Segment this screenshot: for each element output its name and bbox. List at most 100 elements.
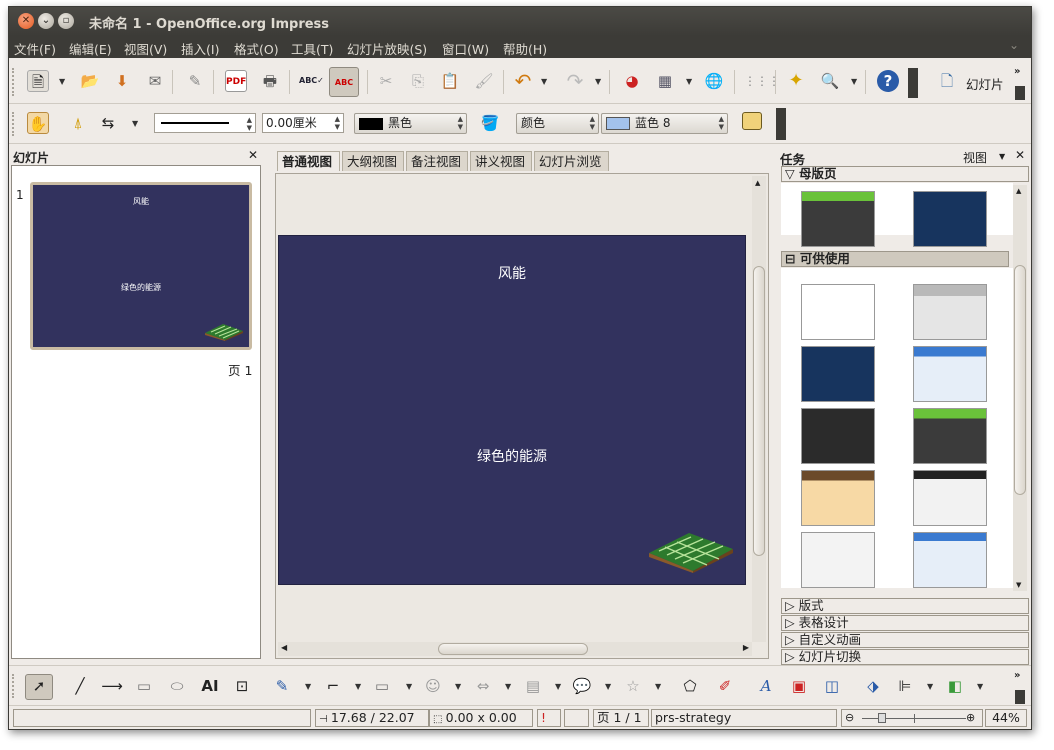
- stars-icon[interactable]: ☆: [622, 675, 644, 697]
- basic-shapes-icon[interactable]: ▭: [371, 675, 393, 697]
- menu-tools[interactable]: 工具(T): [291, 39, 333, 58]
- view-dropdown-icon[interactable]: ▼: [999, 152, 1005, 161]
- minimize-window-button[interactable]: ⌄: [38, 13, 54, 29]
- menu-edit[interactable]: 编辑(E): [69, 39, 112, 58]
- vertical-scroll-thumb[interactable]: [753, 266, 765, 556]
- zoom-handle[interactable]: [878, 713, 886, 723]
- arrow-style-icon[interactable]: ⇆: [97, 112, 119, 134]
- fill-color-select[interactable]: 蓝色 8 ▲ ▼: [601, 113, 728, 134]
- flowchart-dropdown-icon[interactable]: ▼: [555, 682, 561, 691]
- select-arrow-icon[interactable]: ➚: [25, 674, 53, 700]
- line-width-input[interactable]: 0.00厘米 ▲ ▼: [262, 113, 344, 133]
- tab-notes[interactable]: 备注视图: [406, 151, 468, 171]
- tasks-scroll-down-icon[interactable]: ▼: [1016, 581, 1021, 589]
- master-thumb-orange[interactable]: [801, 470, 875, 526]
- master-thumb-blue[interactable]: [913, 191, 987, 247]
- line-color-select[interactable]: 黑色 ▲ ▼: [354, 113, 467, 134]
- section-layouts[interactable]: ▷ 版式: [781, 598, 1029, 614]
- symbol-shapes-dropdown-icon[interactable]: ▼: [455, 682, 461, 691]
- menu-slideshow[interactable]: 幻灯片放映(S): [347, 39, 427, 58]
- fill-type-select[interactable]: 颜色 ▲ ▼: [516, 113, 599, 134]
- redo-icon[interactable]: ↷: [564, 70, 586, 92]
- zoom-icon[interactable]: 🔍: [819, 70, 841, 92]
- scroll-left-icon[interactable]: ◀: [281, 643, 287, 652]
- line-width-spin-icon[interactable]: ▲ ▼: [335, 115, 340, 131]
- section-master-pages[interactable]: ▽ 母版页: [781, 166, 1029, 182]
- arrange-dropdown-icon[interactable]: ▼: [977, 682, 983, 691]
- redo-dropdown-icon[interactable]: ▼: [595, 77, 601, 86]
- curve-dropdown-icon[interactable]: ▼: [305, 682, 311, 691]
- drawing-overflow-icon[interactable]: »: [1014, 670, 1020, 681]
- tab-normal[interactable]: 普通视图: [277, 151, 340, 171]
- toolbar-grip[interactable]: [12, 68, 16, 96]
- master-thumb-green2[interactable]: [913, 408, 987, 464]
- new-document-icon[interactable]: 🗎: [27, 70, 49, 92]
- undo-dropdown-icon[interactable]: ▼: [541, 77, 547, 86]
- section-available[interactable]: ⊟ 可供使用: [781, 251, 1009, 267]
- chart-icon[interactable]: ◕: [621, 70, 643, 92]
- undo-icon[interactable]: ↶: [512, 70, 534, 92]
- tasks-scrollbar[interactable]: ▲ ▼: [1013, 185, 1027, 591]
- master-thumb-dark[interactable]: [801, 408, 875, 464]
- master-thumb-plain[interactable]: [801, 284, 875, 340]
- curve-icon[interactable]: ✎: [271, 675, 293, 697]
- cut-icon[interactable]: ✂: [375, 70, 397, 92]
- callouts-dropdown-icon[interactable]: ▼: [605, 682, 611, 691]
- maximize-window-button[interactable]: ▫: [58, 13, 74, 29]
- line-style-select[interactable]: ▲ ▼: [154, 113, 256, 133]
- master-thumb-lightblue[interactable]: [913, 346, 987, 402]
- stars-dropdown-icon[interactable]: ▼: [655, 682, 661, 691]
- copy-icon[interactable]: ⎘: [407, 70, 429, 92]
- master-thumb-gray[interactable]: [913, 284, 987, 340]
- text-icon[interactable]: AI: [199, 675, 221, 697]
- tasks-view-menu[interactable]: 视图: [963, 149, 987, 166]
- menu-help[interactable]: 帮助(H): [503, 39, 547, 58]
- fill-type-dropdown-icon[interactable]: ▲ ▼: [590, 115, 595, 131]
- extrusion-icon[interactable]: ⬗: [862, 675, 884, 697]
- gallery-icon[interactable]: ◫: [821, 675, 843, 697]
- tab-outline[interactable]: 大纲视图: [342, 151, 404, 171]
- line-arrow-icon[interactable]: ⍋: [67, 112, 89, 134]
- toolbar-overflow-handle[interactable]: [1015, 86, 1025, 100]
- clone-format-icon[interactable]: 🖌: [473, 70, 495, 92]
- helplines-icon[interactable]: ✦: [785, 70, 807, 92]
- status-signature[interactable]: [564, 709, 589, 727]
- fit-text-icon[interactable]: ⊡: [231, 675, 253, 697]
- scroll-up-icon[interactable]: ▲: [755, 179, 760, 187]
- rectangle-icon[interactable]: ▭: [133, 675, 155, 697]
- slide-thumbnail[interactable]: 风能 绿色的能源: [30, 182, 252, 350]
- open-folder-icon[interactable]: 📂: [79, 70, 101, 92]
- spellcheck-icon[interactable]: ABC✓: [299, 70, 324, 92]
- master-thumb-blue2[interactable]: [913, 532, 987, 588]
- fill-color-dropdown-icon[interactable]: ▲ ▼: [719, 115, 724, 131]
- symbol-shapes-icon[interactable]: ☺: [422, 675, 444, 697]
- slide-subtitle[interactable]: 绿色的能源: [279, 446, 745, 466]
- area-fill-icon[interactable]: 🪣: [479, 112, 501, 134]
- menu-overflow-icon[interactable]: ⌄: [1009, 38, 1019, 52]
- horizontal-scroll-thumb[interactable]: [438, 643, 588, 655]
- section-table-design[interactable]: ▷ 表格设计: [781, 615, 1029, 631]
- toolbar-grip[interactable]: [12, 674, 16, 698]
- doc-modified-icon[interactable]: !: [537, 709, 561, 727]
- hyperlink-icon[interactable]: 🌐: [703, 70, 725, 92]
- scroll-right-icon[interactable]: ▶: [743, 643, 749, 652]
- section-slide-transition[interactable]: ▷ 幻灯片切换: [781, 649, 1029, 665]
- menu-format[interactable]: 格式(O): [234, 39, 279, 58]
- line-style-spin-icon[interactable]: ▲ ▼: [247, 116, 252, 132]
- points-icon[interactable]: ⬠: [679, 675, 701, 697]
- ellipse-icon[interactable]: ⬭: [166, 675, 188, 697]
- drawing-overflow-handle[interactable]: [1015, 690, 1025, 704]
- zoom-in-icon[interactable]: ⊕: [966, 710, 975, 726]
- zoom-slider[interactable]: ⊖ ⊕: [841, 709, 983, 727]
- horizontal-scrollbar[interactable]: ◀ ▶: [278, 642, 752, 656]
- slide[interactable]: 风能 绿色的能源: [278, 235, 746, 585]
- save-icon[interactable]: ⬇: [111, 70, 133, 92]
- callouts-icon[interactable]: 💬: [571, 675, 593, 697]
- vertical-scrollbar[interactable]: ▲: [752, 176, 766, 642]
- autospellcheck-icon[interactable]: ABC: [329, 67, 359, 97]
- close-tasks-icon[interactable]: ✕: [1015, 148, 1025, 162]
- grid-icon[interactable]: ⋮⋮⋮: [744, 70, 780, 92]
- paste-icon[interactable]: 📋: [439, 70, 461, 92]
- arrow-dropdown-icon[interactable]: ▼: [132, 119, 138, 128]
- zoom-out-icon[interactable]: ⊖: [845, 710, 854, 726]
